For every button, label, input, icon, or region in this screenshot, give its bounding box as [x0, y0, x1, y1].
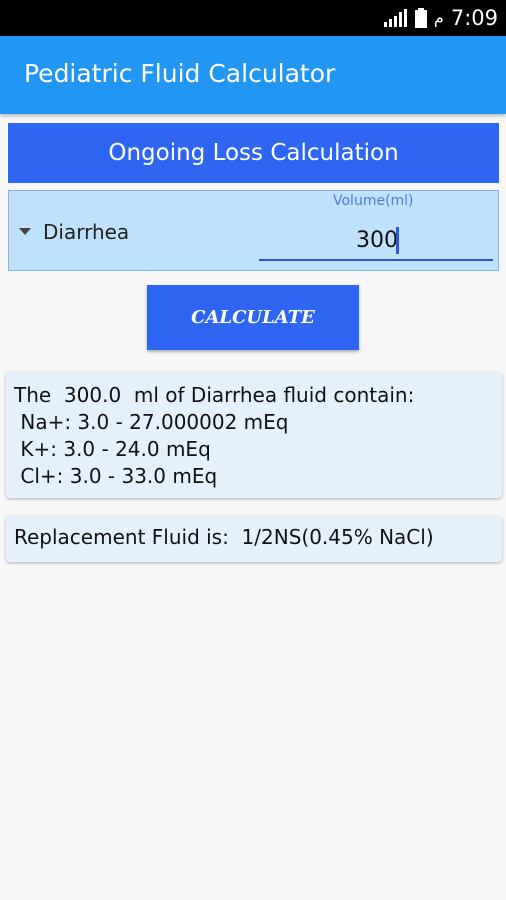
- am-pm-indicator: م: [433, 8, 444, 27]
- app-bar: Pediatric Fluid Calculator: [0, 36, 506, 114]
- calculate-button[interactable]: CALCULATE: [147, 285, 359, 350]
- replacement-card: Replacement Fluid is: 1/2NS(0.45% NaCl): [6, 516, 502, 562]
- result-line: Na+: 3.0 - 27.000002 mEq: [14, 410, 289, 434]
- app-title: Pediatric Fluid Calculator: [24, 59, 336, 88]
- dropdown-arrow-icon[interactable]: [19, 228, 31, 235]
- loss-type-value[interactable]: Diarrhea: [43, 220, 129, 244]
- input-panel: Diarrhea Volume(ml): [8, 190, 499, 271]
- result-line: The 300.0 ml of Diarrhea fluid contain:: [14, 383, 415, 407]
- status-icons: م 7:09: [383, 4, 498, 32]
- volume-input[interactable]: [259, 221, 493, 261]
- result-line: K+: 3.0 - 24.0 mEq: [14, 437, 211, 461]
- text-cursor: [396, 227, 399, 254]
- section-header: Ongoing Loss Calculation: [8, 123, 499, 183]
- status-bar: م 7:09: [0, 0, 506, 36]
- result-line: Cl+: 3.0 - 33.0 mEq: [14, 464, 218, 488]
- result-card: The 300.0 ml of Diarrhea fluid contain: …: [6, 372, 502, 498]
- status-time: 7:09: [450, 6, 498, 30]
- battery-icon: [414, 8, 427, 28]
- volume-label: Volume(ml): [333, 193, 414, 209]
- signal-icon: [383, 9, 407, 27]
